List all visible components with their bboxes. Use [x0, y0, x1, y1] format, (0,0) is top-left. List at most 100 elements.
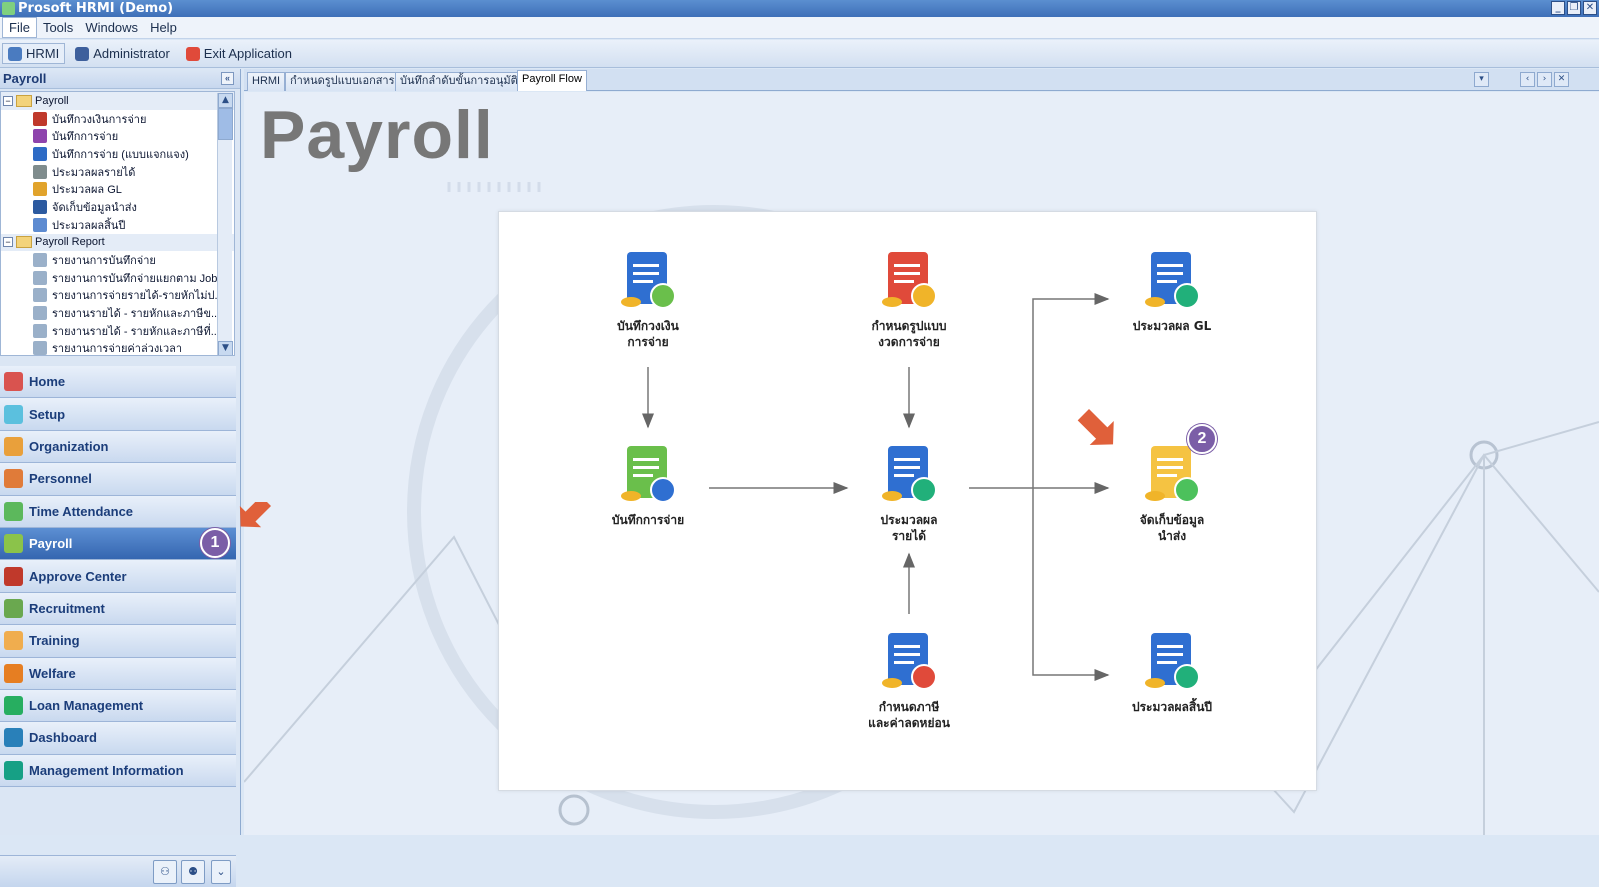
nav-recruitment[interactable]: Recruitment [0, 592, 236, 626]
toolbar-administrator-button[interactable]: Administrator [69, 43, 176, 64]
tree-item[interactable]: ประมวลผลรายได้ [1, 163, 234, 181]
tab-next-icon[interactable]: › [1537, 72, 1552, 87]
tab-1[interactable]: กำหนดรูปแบบเอกสาร [285, 72, 400, 91]
nav-approve-center[interactable]: Approve Center [0, 560, 236, 593]
nav-training[interactable]: Training [0, 625, 236, 658]
flow-node-label: กำหนดรูปแบบ งวดการจ่าย [871, 319, 947, 349]
tree-item[interactable]: ประมวลผล GL [1, 180, 234, 198]
tree-item[interactable]: รายงานรายได้ - รายหักและภาษีข... [1, 304, 234, 322]
collapse-icon[interactable]: − [3, 237, 13, 248]
restore-icon[interactable]: ❐ [1567, 1, 1581, 15]
flow-node-n3[interactable]: ประมวลผล GL [1097, 248, 1247, 334]
tree-item-label: รายงานรายได้ - รายหักและภาษีที่... [52, 325, 220, 338]
user-switch-icon[interactable]: ⚇ [153, 860, 177, 884]
scroll-down-icon[interactable]: ▼ [218, 341, 233, 355]
tree-item[interactable]: รายงานการจ่ายรายได้-รายหักไม่ป... [1, 287, 234, 305]
nav-label: Management Information [29, 762, 184, 778]
tree-item-label: Payroll [35, 94, 69, 107]
nav-management-information[interactable]: Management Information [0, 754, 236, 788]
menu-item-icon [33, 323, 47, 338]
training-icon [4, 631, 23, 651]
approve-icon [4, 566, 23, 586]
nav-label: Organization [29, 438, 109, 454]
setup-icon [4, 404, 23, 424]
flow-node-label: บันทึกวงเงิน การจ่าย [617, 319, 679, 349]
tab-2[interactable]: บันทึกลำดับขั้นการอนุมัติ [395, 72, 523, 91]
toolbar-exit-application-button[interactable]: Exit Application [180, 43, 298, 64]
toolbar-hrmi-button[interactable]: HRMI [2, 43, 66, 64]
tab-3[interactable]: Payroll Flow [517, 70, 587, 91]
tree-item[interactable]: รายงานการจ่ายค่าล่วงเวลา [1, 340, 234, 355]
tax-document-icon [876, 629, 942, 695]
nav-label: Home [29, 374, 66, 390]
flow-node-label: ประมวลผลสิ้นปี [1131, 700, 1213, 714]
folder-icon [16, 94, 32, 107]
flow-node-n6[interactable]: จัดเก็บข้อมูล นำส่ง [1097, 442, 1247, 544]
flow-node-n7[interactable]: กำหนดภาษี และค่าลดหย่อน [834, 629, 984, 731]
scroll-thumb[interactable] [218, 108, 233, 140]
nav-welfare[interactable]: Welfare [0, 657, 236, 690]
collapse-sidebar-icon[interactable]: « [221, 72, 234, 85]
menu-windows[interactable]: Windows [79, 18, 144, 37]
menu-file[interactable]: File [2, 17, 37, 38]
tree-item[interactable]: บันทึกวงเงินการจ่าย [1, 110, 234, 128]
tree-item-label: Payroll Report [35, 236, 105, 249]
menu-item-icon [33, 217, 47, 232]
app-icon [2, 2, 15, 15]
tree-item[interactable]: รายงานการบันทึกจ่าย [1, 251, 234, 269]
nav-label: Welfare [29, 665, 76, 681]
minimize-icon[interactable]: _ [1551, 1, 1565, 15]
nav-personnel[interactable]: Personnel [0, 463, 236, 496]
user-settings-icon[interactable]: ⚉ [181, 860, 205, 884]
flow-node-n5[interactable]: ประมวลผล รายได้ [834, 442, 984, 544]
tree-item[interactable]: ประมวลผลสิ้นปี [1, 216, 234, 234]
collapse-icon[interactable]: − [3, 95, 13, 106]
nav-time-attendance[interactable]: Time Attendance [0, 495, 236, 528]
page-title: Payroll [260, 97, 494, 173]
menu-bar: File Tools Windows Help [0, 17, 1599, 39]
nav-organization[interactable]: Organization [0, 430, 236, 464]
menu-tools[interactable]: Tools [37, 18, 79, 37]
nav-label: Training [29, 633, 80, 649]
tree-item-label: บันทึกวงเงินการจ่าย [52, 113, 147, 126]
tree-group[interactable]: − Payroll Report [1, 233, 234, 252]
nav-home[interactable]: Home [0, 366, 236, 399]
flow-node-n8[interactable]: ประมวลผลสิ้นปี [1097, 629, 1247, 715]
tab-list-icon[interactable]: ▾ [1474, 72, 1489, 87]
tree-item[interactable]: จัดเก็บข้อมูลนำส่ง [1, 198, 234, 216]
tree-item-label: ประมวลผล GL [52, 184, 122, 197]
nav-dashboard[interactable]: Dashboard [0, 722, 236, 755]
step-badge-1: 1 [200, 528, 230, 558]
tree-item-label: ประมวลผลรายได้ [52, 166, 136, 179]
flow-node-label: ประมวลผล GL [1132, 319, 1212, 333]
tab-close-icon[interactable]: ✕ [1554, 72, 1569, 87]
year-end-icon [1139, 629, 1205, 695]
flow-node-n4[interactable]: บันทึกการจ่าย [573, 442, 723, 528]
nav-setup[interactable]: Setup [0, 398, 236, 431]
menu-help[interactable]: Help [144, 18, 183, 37]
tree-group[interactable]: − Payroll [1, 92, 234, 110]
main-content: Payroll บันทึกวงเงิน การจ่ายกำหนดรูปแบบ [244, 92, 1599, 835]
tree-item-label: รายงานการบันทึกจ่ายแยกตาม Job [52, 272, 218, 285]
tree-item-label: บันทึกการจ่าย (แบบแจกแจง) [52, 148, 189, 161]
sidebar-footer: ⚇ ⚉ ⌄ [0, 855, 236, 887]
scroll-up-icon[interactable]: ▲ [218, 93, 233, 108]
nav-loan-management[interactable]: Loan Management [0, 689, 236, 723]
close-icon[interactable]: ✕ [1583, 1, 1597, 15]
flow-node-n2[interactable]: กำหนดรูปแบบ งวดการจ่าย [834, 248, 984, 350]
menu-item-icon [33, 199, 47, 214]
time-attendance-icon [4, 501, 23, 521]
tree-item[interactable]: รายงานการบันทึกจ่ายแยกตาม Job [1, 269, 234, 287]
more-icon[interactable]: ⌄ [211, 860, 231, 884]
tab-0[interactable]: HRMI [247, 72, 286, 91]
tree-item[interactable]: บันทึกการจ่าย (แบบแจกแจง) [1, 145, 234, 163]
tree-item[interactable]: รายงานรายได้ - รายหักและภาษีที่... [1, 322, 234, 340]
flow-node-n1[interactable]: บันทึกวงเงิน การจ่าย [573, 248, 723, 350]
tab-prev-icon[interactable]: ‹ [1520, 72, 1535, 87]
tree-item-label: รายงานการบันทึกจ่าย [52, 255, 156, 268]
menu-item-icon [33, 146, 47, 161]
tree-item[interactable]: บันทึกการจ่าย [1, 127, 234, 145]
menu-item-icon [33, 182, 47, 197]
tree-item-label: บันทึกการจ่าย [52, 131, 119, 144]
tree-scrollbar[interactable]: ▲ ▼ [217, 93, 233, 355]
